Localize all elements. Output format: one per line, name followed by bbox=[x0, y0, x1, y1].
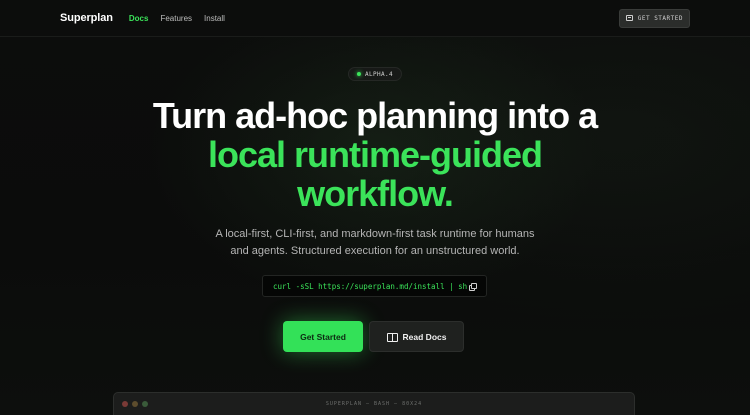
hero-title-line-3: workflow. bbox=[297, 173, 454, 214]
terminal-title: SUPERPLAN — BASH — 80X24 bbox=[325, 401, 423, 407]
install-command-box: curl -sSL https://superplan.md/install |… bbox=[262, 275, 487, 297]
nav-link-install[interactable]: Install bbox=[204, 14, 225, 23]
brand-logo[interactable]: Superplan bbox=[60, 12, 113, 24]
top-nav: Superplan Docs Features Install GET STAR… bbox=[0, 0, 750, 37]
hero-title-line-1: Turn ad-hoc planning into a bbox=[152, 95, 598, 136]
hero-subtitle: A local-first, CLI-first, and markdown-f… bbox=[0, 226, 750, 260]
version-label: ALPHA.4 bbox=[364, 70, 394, 78]
status-dot-icon bbox=[356, 72, 361, 76]
get-started-nav-button[interactable]: GET STARTED bbox=[618, 8, 690, 28]
get-started-nav-label: GET STARTED bbox=[637, 14, 683, 22]
read-docs-label: Read Docs bbox=[402, 331, 447, 342]
read-docs-button[interactable]: Read Docs bbox=[369, 321, 464, 352]
version-badge: ALPHA.4 bbox=[347, 67, 403, 81]
install-command[interactable]: curl -sSL https://superplan.md/install |… bbox=[273, 282, 467, 291]
nav-links: Docs Features Install bbox=[129, 14, 225, 23]
hero-subtitle-line-1: A local-first, CLI-first, and markdown-f… bbox=[215, 228, 535, 240]
nav-link-features[interactable]: Features bbox=[160, 14, 192, 23]
terminal-icon bbox=[625, 15, 633, 21]
hero-title-line-2: local runtime-guided bbox=[207, 134, 543, 175]
get-started-button[interactable]: Get Started bbox=[283, 321, 363, 352]
get-started-label: Get Started bbox=[300, 331, 346, 342]
hero-title: Turn ad-hoc planning into a local runtim… bbox=[0, 96, 750, 213]
nav-link-docs[interactable]: Docs bbox=[129, 14, 149, 23]
book-icon bbox=[386, 332, 398, 342]
terminal-preview: SUPERPLAN — BASH — 80X24 bbox=[113, 392, 635, 415]
hero-subtitle-line-2: and agents. Structured execution for an … bbox=[230, 245, 520, 257]
copy-icon[interactable] bbox=[469, 282, 477, 291]
